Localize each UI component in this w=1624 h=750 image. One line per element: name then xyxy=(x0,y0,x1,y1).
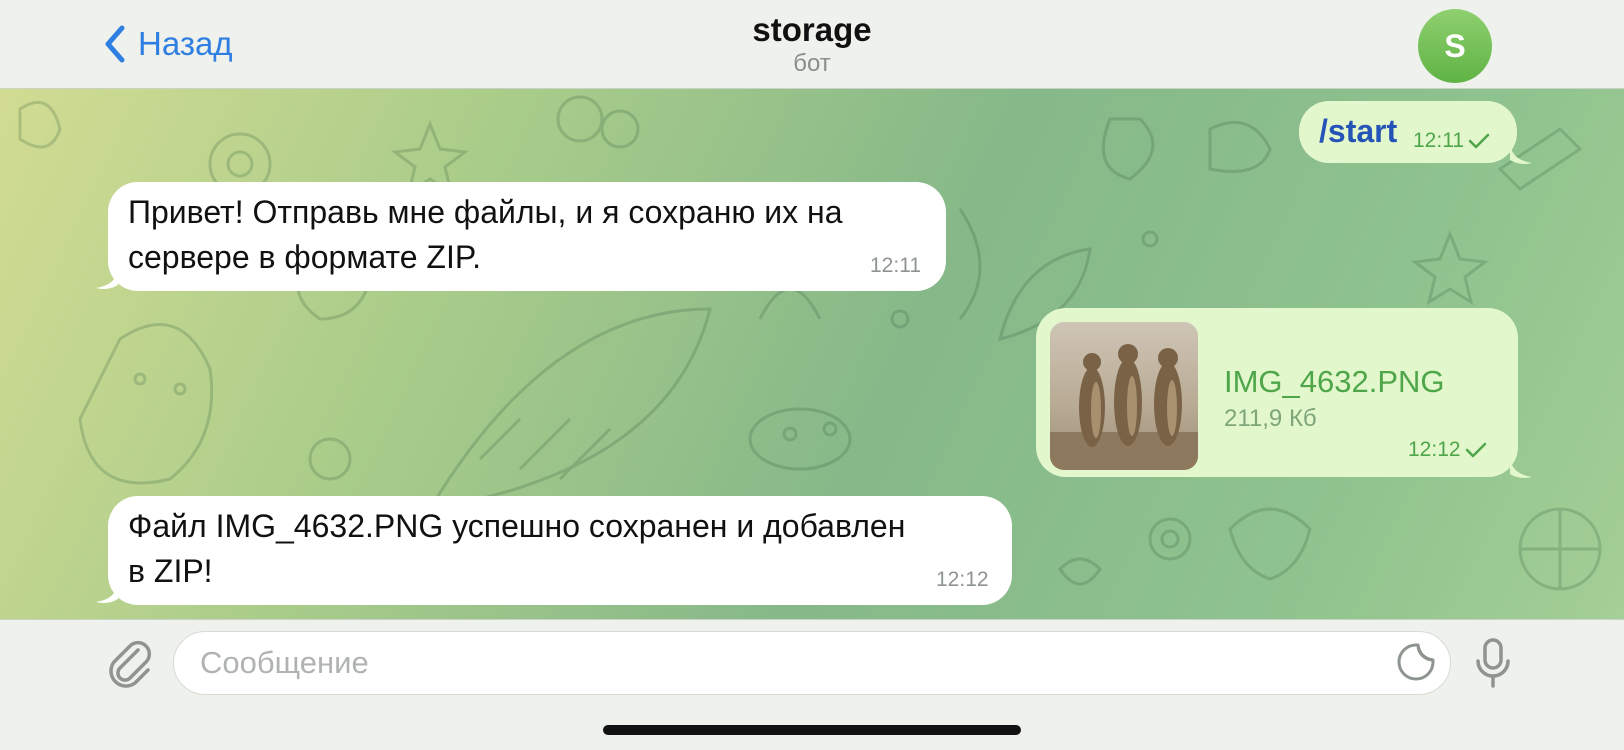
chat-title-block[interactable]: storage бот xyxy=(612,10,1012,78)
message-time-text: 12:11 xyxy=(1413,129,1464,152)
bot-command-link[interactable]: /start xyxy=(1319,113,1397,150)
avatar-letter: S xyxy=(1444,27,1466,64)
chat-subtitle: бот xyxy=(793,50,831,77)
message-time: 12:12 xyxy=(1408,438,1487,462)
meerkat-photo-icon xyxy=(1050,344,1198,470)
file-name[interactable]: IMG_4632.PNG xyxy=(1224,364,1445,400)
chevron-left-icon xyxy=(105,25,125,63)
home-indicator[interactable] xyxy=(603,725,1021,735)
message-composer xyxy=(0,619,1624,750)
chat-area[interactable]: /start 12:11 Привет! Отправь мне файлы, … xyxy=(0,89,1624,619)
sent-check-icon xyxy=(1468,133,1490,149)
back-label: Назад xyxy=(138,25,233,62)
message-time: 12:11 xyxy=(870,254,921,277)
microphone-icon[interactable] xyxy=(1473,637,1513,689)
message-text-line: сервере в формате ZIP. xyxy=(128,239,481,275)
message-time-text: 12:12 xyxy=(1408,438,1461,461)
message-input[interactable] xyxy=(173,631,1451,695)
message-time: 12:12 xyxy=(936,568,989,591)
message-text-line: в ZIP! xyxy=(128,553,213,589)
bubble-tail xyxy=(96,583,118,603)
avatar[interactable]: S xyxy=(1418,9,1492,83)
chat-header: Назад storage бот S xyxy=(0,0,1624,89)
bubble-tail xyxy=(96,269,118,289)
image-thumbnail[interactable] xyxy=(1050,322,1198,470)
sent-check-icon xyxy=(1465,442,1486,458)
message-text-line: Привет! Отправь мне файлы, и я сохраню и… xyxy=(128,194,843,230)
message-bubble-incoming[interactable]: Файл IMG_4632.PNG успешно сохранен и доб… xyxy=(108,496,1012,605)
message-text-line: Файл IMG_4632.PNG успешно сохранен и доб… xyxy=(128,508,906,544)
bubble-tail xyxy=(1510,458,1532,478)
message-time: 12:11 xyxy=(1413,129,1490,153)
bubble-tail xyxy=(1510,144,1532,164)
file-message-bubble[interactable]: IMG_4632.PNG 211,9 Кб 12:12 xyxy=(1036,308,1518,477)
chat-title: storage xyxy=(752,11,872,48)
paperclip-icon[interactable] xyxy=(106,636,154,688)
file-size: 211,9 Кб xyxy=(1224,405,1317,432)
sticker-icon[interactable] xyxy=(1396,642,1436,682)
message-bubble-incoming[interactable]: Привет! Отправь мне файлы, и я сохраню и… xyxy=(108,182,946,291)
back-button[interactable]: Назад xyxy=(100,22,233,66)
message-bubble-outgoing[interactable]: /start 12:11 xyxy=(1299,101,1517,163)
